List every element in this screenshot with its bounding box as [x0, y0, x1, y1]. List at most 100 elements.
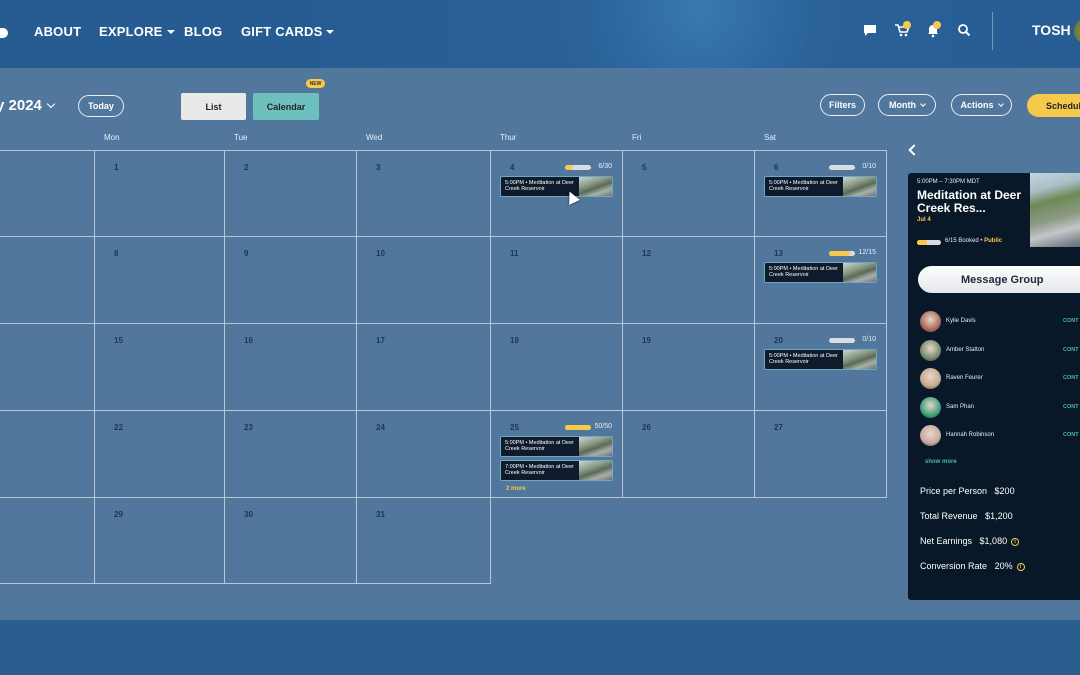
capacity-count: 6/30 [598, 163, 612, 170]
event-thumbnail [843, 177, 876, 196]
day-number: 19 [642, 336, 651, 345]
booking-status: 6/15 Booked • Public [945, 238, 1003, 244]
calendar-day-cell[interactable]: 8 [94, 236, 225, 324]
attendee-row: Hannah Robinson CONT [920, 425, 1080, 447]
contact-button[interactable]: CONT [1063, 375, 1079, 381]
nav-blog[interactable]: BLOG [184, 24, 222, 39]
calendar-day-cell[interactable]: 22 [94, 410, 225, 498]
event-chip[interactable]: 7:00PM • Meditation at Deer Creek Reserv… [500, 460, 613, 481]
day-number: 9 [244, 249, 249, 258]
list-view-button[interactable]: List [181, 93, 246, 120]
today-button[interactable]: Today [78, 95, 124, 117]
calendar-day-cell[interactable]: 11 [490, 236, 623, 324]
attendee-avatar [920, 339, 941, 361]
show-more-link[interactable]: show more [925, 459, 957, 465]
day-number: 6 [774, 163, 779, 172]
search-icon[interactable] [956, 22, 974, 40]
day-number: 16 [244, 336, 253, 345]
contact-button[interactable]: CONT [1063, 404, 1079, 410]
attendee-name: Amber Statton [946, 346, 985, 353]
calendar-day-cell[interactable]: 30 [224, 497, 357, 584]
capacity-bar [565, 165, 591, 170]
month-selector[interactable]: y 2024 [0, 97, 56, 114]
chat-icon[interactable] [862, 22, 880, 40]
calendar-day-cell[interactable]: 20 0/10 5:00PM • Meditation at Deer Creek … [754, 323, 887, 411]
user-name[interactable]: TOSH [1032, 22, 1071, 38]
event-chip[interactable]: 5:00PM • Meditation at Deer Creek Reserv… [764, 349, 877, 370]
attendee-avatar [920, 311, 941, 332]
calendar-day-cell[interactable]: 25 50/50 5:00PM • Meditation at Deer Creek… [490, 410, 623, 498]
bell-icon[interactable] [925, 21, 943, 40]
calendar-day-cell[interactable]: 19 [622, 323, 755, 411]
calendar-day-cell[interactable]: 10 [356, 236, 491, 324]
info-icon[interactable]: i [1016, 562, 1025, 571]
calendar-day-cell[interactable] [0, 150, 95, 237]
calendar-day-cell[interactable]: 2 [224, 150, 357, 237]
day-number: 5 [642, 163, 647, 172]
calendar-day-cell[interactable]: 13 12/15 5:00PM • Meditation at Deer Creek… [754, 236, 887, 324]
calendar-day-cell[interactable]: 9 [224, 236, 357, 324]
nav-gift-cards[interactable]: GIFT CARDS [241, 24, 335, 39]
calendar-day-cell[interactable] [0, 497, 95, 584]
capacity-fill [829, 251, 850, 256]
more-events-link[interactable]: 2 more [506, 486, 526, 492]
filters-button[interactable]: Filters [820, 94, 865, 116]
calendar-day-cell[interactable]: 27 [754, 410, 887, 498]
event-chip[interactable]: 5:00PM • Meditation at Deer Creek Reserv… [500, 176, 613, 197]
calendar-day-cell[interactable]: 15 [94, 323, 225, 411]
capacity-bar [829, 251, 855, 256]
capacity-count: 0/10 [862, 163, 876, 170]
logo[interactable] [0, 28, 8, 38]
calendar-day-cell[interactable]: 16 [224, 323, 357, 411]
actions-button[interactable]: Actions [951, 94, 1012, 116]
calendar-day-cell[interactable]: 3 [356, 150, 491, 237]
stat-value: $1,080 [979, 536, 1008, 546]
event-thumbnail [579, 177, 612, 196]
calendar-view-button[interactable]: Calendar [253, 93, 319, 120]
calendar-day-cell[interactable] [0, 410, 95, 498]
calendar-day-cell[interactable]: 18 [490, 323, 623, 411]
calendar-day-cell[interactable] [0, 236, 95, 324]
view-select[interactable]: Month [878, 94, 936, 116]
event-chip[interactable]: 5:00PM • Meditation at Deer Creek Reserv… [764, 262, 877, 283]
nav-divider [992, 12, 993, 50]
event-thumbnail [843, 263, 876, 282]
calendar-day-cell[interactable]: 5 [622, 150, 755, 237]
schedule-button[interactable]: Schedul [1027, 94, 1080, 117]
calendar-day-cell[interactable]: 29 [94, 497, 225, 584]
day-of-week-label: Fri [632, 133, 642, 142]
calendar-day-cell[interactable]: 12 [622, 236, 755, 324]
day-number: 18 [510, 336, 519, 345]
booking-progress-fill [917, 240, 927, 245]
nav-about[interactable]: ABOUT [34, 24, 81, 39]
nav-explore[interactable]: EXPLORE [99, 24, 175, 39]
day-number: 24 [376, 423, 385, 432]
attendee-row: Kylie Davis CONT [920, 311, 1080, 333]
event-chip[interactable]: 5:00PM • Meditation at Deer Creek Reserv… [500, 436, 613, 457]
message-group-button[interactable]: Message Group [918, 266, 1080, 293]
calendar-day-cell[interactable] [0, 323, 95, 411]
user-avatar[interactable] [1074, 18, 1080, 44]
day-number: 11 [510, 249, 519, 258]
calendar-day-cell[interactable]: 1 [94, 150, 225, 237]
day-number: 4 [510, 163, 515, 172]
stat-label: Total Revenue [920, 511, 978, 521]
cart-icon[interactable] [894, 21, 912, 40]
calendar-day-cell[interactable]: 26 [622, 410, 755, 498]
stat-row: Net Earnings $1,080 i [920, 536, 1020, 546]
calendar-day-cell[interactable]: 6 0/10 5:00PM • Meditation at Deer Creek R… [754, 150, 887, 237]
event-chip[interactable]: 5:00PM • Meditation at Deer Creek Reserv… [764, 176, 877, 197]
contact-button[interactable]: CONT [1063, 318, 1079, 324]
contact-button[interactable]: CONT [1063, 432, 1079, 438]
cart-notification-dot [903, 21, 911, 29]
calendar-day-cell[interactable]: 17 [356, 323, 491, 411]
calendar-day-cell[interactable]: 24 [356, 410, 491, 498]
info-icon[interactable]: i [1011, 537, 1020, 546]
chevron-down-icon [997, 101, 1004, 107]
capacity-fill [565, 425, 591, 430]
calendar-day-cell[interactable]: 4 6/30 5:00PM • Meditation at Deer Creek R… [490, 150, 623, 237]
calendar-day-cell[interactable]: 31 [356, 497, 491, 584]
event-chip-label: 5:00PM • Meditation at Deer Creek Reserv… [769, 353, 838, 365]
calendar-day-cell[interactable]: 23 [224, 410, 357, 498]
contact-button[interactable]: CONT [1063, 347, 1079, 353]
